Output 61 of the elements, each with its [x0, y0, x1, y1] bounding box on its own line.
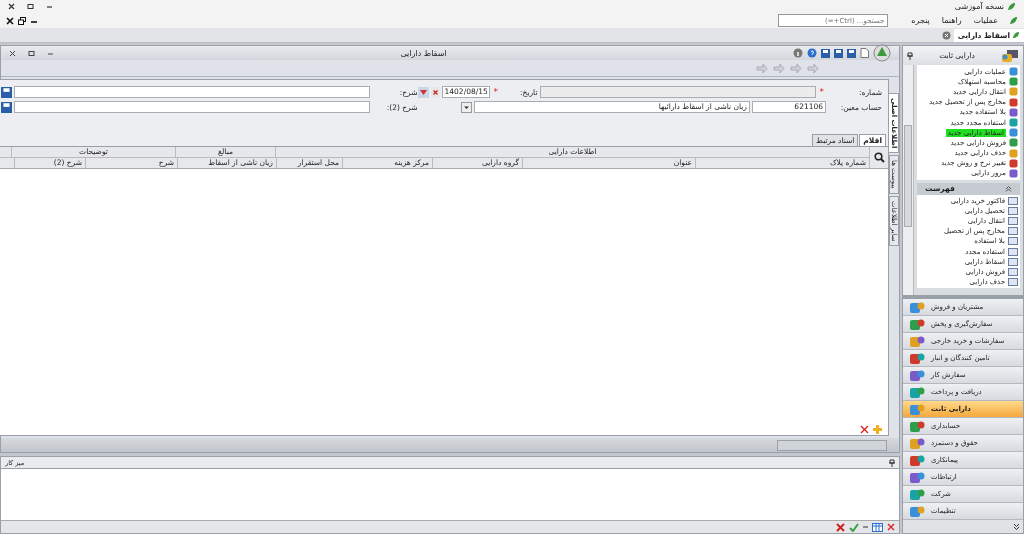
save-icon[interactable]: [0, 101, 12, 113]
delete-icon[interactable]: [860, 424, 869, 434]
square-icon: [1009, 148, 1018, 158]
tile-icon: [909, 453, 925, 467]
tile-icon: [909, 300, 925, 314]
tile-icon: [909, 470, 925, 484]
close-icon[interactable]: [8, 3, 15, 10]
tile-icon: [909, 504, 925, 518]
square-icon: [1009, 97, 1018, 107]
save-icon[interactable]: [847, 48, 856, 58]
menu-item[interactable]: راهنما: [940, 16, 963, 25]
table-icon[interactable]: [872, 522, 883, 532]
restore-icon[interactable]: [28, 49, 35, 57]
scrollbar-thumb[interactable]: [904, 125, 912, 228]
tile-icon: [909, 317, 925, 331]
description-field[interactable]: [13, 86, 370, 98]
square-icon: [1009, 118, 1018, 127]
required-mark: *: [819, 87, 824, 97]
square-icon: [1009, 128, 1018, 138]
square-icon: [1009, 107, 1018, 117]
save-icon[interactable]: [0, 86, 12, 98]
pin-icon[interactable]: [889, 458, 895, 467]
chevron-icon[interactable]: [1013, 523, 1020, 530]
check-icon[interactable]: [849, 522, 859, 532]
document-icon[interactable]: [860, 48, 869, 58]
square-icon: [1009, 67, 1018, 77]
help-icon[interactable]: [807, 48, 817, 58]
tile-icon: [909, 487, 925, 501]
square-icon: [1009, 138, 1018, 148]
save-icon[interactable]: [834, 48, 843, 58]
folder-icon: [1001, 48, 1019, 63]
menu-item[interactable]: عملیات: [972, 16, 999, 25]
close-icon[interactable]: [9, 49, 16, 57]
tile-icon: [909, 419, 925, 433]
collapse-icon[interactable]: [1005, 185, 1012, 193]
pin-icon[interactable]: [907, 51, 913, 60]
description-field[interactable]: [13, 101, 370, 113]
menu-item[interactable]: پنجره: [910, 16, 931, 25]
tile-icon: [909, 436, 925, 450]
number-field[interactable]: [539, 86, 816, 98]
square-icon: [1009, 87, 1018, 97]
restore-icon[interactable]: [27, 3, 34, 10]
square-icon: [1009, 158, 1018, 168]
tile-icon: [909, 385, 925, 399]
square-icon: [1009, 77, 1018, 87]
save-icon[interactable]: [821, 48, 830, 58]
required-mark: *: [493, 87, 499, 97]
tile-icon: [909, 351, 925, 365]
app-title: نسخه آموزشی: [954, 2, 1004, 11]
window-title: اسقاط دارایی: [400, 48, 447, 58]
delete-icon[interactable]: [836, 522, 845, 532]
tile-icon: [909, 368, 925, 382]
square-icon: [1009, 168, 1018, 178]
search-icon[interactable]: [873, 152, 885, 163]
restore-icon[interactable]: [18, 16, 26, 25]
clear-icon[interactable]: [430, 86, 440, 98]
tile-icon: [909, 402, 925, 416]
close-icon[interactable]: [6, 16, 14, 25]
tile-icon: [909, 334, 925, 348]
info-icon[interactable]: [793, 48, 803, 58]
dropdown-icon[interactable]: [461, 101, 472, 113]
